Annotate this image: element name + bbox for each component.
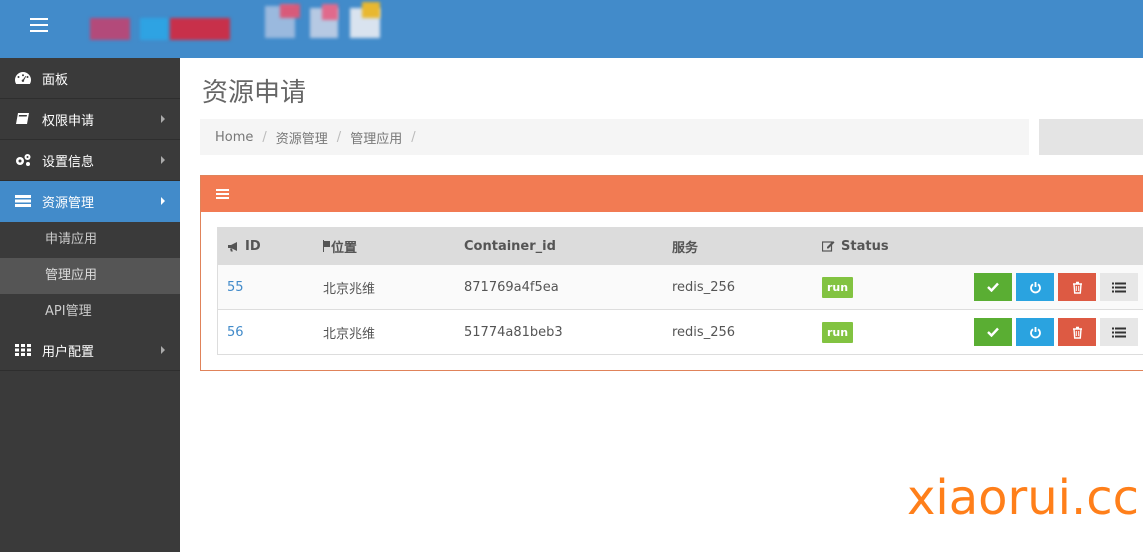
row-location: 北京兆维	[323, 326, 376, 342]
book-icon	[16, 113, 29, 124]
row-service: redis_256	[672, 279, 736, 295]
power-button[interactable]	[1016, 273, 1054, 301]
sidebar-item-permission[interactable]: 权限申请	[0, 99, 180, 140]
breadcrumb-side-box	[1039, 119, 1143, 155]
sidebar-item-label: 权限申请	[42, 113, 95, 129]
table-row: 56 北京兆维 51774a81beb3 redis_256 run	[218, 310, 1143, 355]
chevron-right-icon	[161, 197, 165, 205]
power-button[interactable]	[1016, 318, 1054, 346]
sidebar-item-label: 面板	[42, 72, 69, 88]
header-container-id: Container_id	[464, 238, 556, 254]
sidebar-subitem-apply-app[interactable]: 申请应用	[0, 222, 180, 258]
grid-icon	[15, 344, 31, 356]
sidebar-item-resources[interactable]: 资源管理	[0, 181, 180, 222]
sidebar-item-settings[interactable]: 设置信息	[0, 140, 180, 181]
menu-toggle-icon[interactable]	[30, 18, 48, 32]
header-id: ID	[227, 227, 261, 265]
sidebar-item-user-config[interactable]: 用户配置	[0, 330, 180, 371]
header-location: 位置	[323, 227, 357, 265]
sidebar-item-label: 用户配置	[42, 344, 95, 360]
sidebar-item-label: 设置信息	[42, 154, 95, 170]
list-icon	[1112, 282, 1126, 292]
table-row: 55 北京兆维 871769a4f5ea redis_256 run	[218, 265, 1143, 310]
row-status: run	[822, 310, 854, 354]
top-navbar	[0, 0, 1143, 58]
resource-table: ID 位置 Container_id 服务 Status 55 北京兆维 871…	[217, 227, 1143, 355]
status-badge: run	[822, 321, 854, 343]
trash-icon	[1072, 281, 1082, 294]
chevron-right-icon	[161, 346, 165, 354]
row-service: redis_256	[672, 324, 736, 340]
check-icon	[987, 282, 999, 292]
details-button[interactable]	[1100, 273, 1138, 301]
bullhorn-icon	[228, 241, 237, 251]
sidebar-item-label: 资源管理	[42, 195, 95, 211]
row-actions	[974, 265, 1142, 309]
dashboard-icon	[15, 72, 31, 84]
power-icon	[1029, 281, 1041, 293]
power-icon	[1029, 326, 1041, 338]
watermark: xiaorui.cc	[907, 470, 1140, 526]
details-button[interactable]	[1100, 318, 1138, 346]
check-icon	[987, 327, 999, 337]
row-id-link[interactable]: 55	[227, 265, 244, 309]
bars-icon	[216, 189, 229, 199]
sidebar-item-dashboard[interactable]: 面板	[0, 58, 180, 99]
breadcrumb-resources[interactable]: 资源管理	[276, 128, 328, 147]
table-header: ID 位置 Container_id 服务 Status	[218, 227, 1143, 265]
row-id-link[interactable]: 56	[227, 310, 244, 354]
edit-icon	[822, 241, 835, 252]
flag-icon	[323, 240, 330, 252]
delete-button[interactable]	[1058, 273, 1096, 301]
breadcrumb-manage-app[interactable]: 管理应用	[350, 128, 402, 147]
header-status: Status	[822, 227, 889, 265]
row-actions	[974, 310, 1142, 354]
approve-button[interactable]	[974, 273, 1012, 301]
breadcrumb-separator: /	[262, 129, 267, 145]
sidebar-subitem-manage-app[interactable]: 管理应用	[0, 258, 180, 294]
cogs-icon	[16, 154, 31, 166]
approve-button[interactable]	[974, 318, 1012, 346]
breadcrumb-home[interactable]: Home	[215, 130, 253, 145]
sidebar-subitem-api-manage[interactable]: API管理	[0, 294, 180, 330]
chevron-right-icon	[161, 156, 165, 164]
row-container-id: 871769a4f5ea	[464, 279, 559, 295]
row-location: 北京兆维	[323, 281, 376, 297]
breadcrumb: Home / 资源管理 / 管理应用 /	[200, 119, 1029, 155]
delete-button[interactable]	[1058, 318, 1096, 346]
list-icon	[1112, 327, 1126, 337]
trash-icon	[1072, 326, 1082, 339]
page-title: 资源申请	[202, 78, 307, 108]
header-service: 服务	[672, 240, 699, 256]
panel-header	[201, 176, 1143, 212]
chevron-right-icon	[161, 115, 165, 123]
row-container-id: 51774a81beb3	[464, 324, 563, 340]
resource-panel: ID 位置 Container_id 服务 Status 55 北京兆维 871…	[200, 175, 1143, 371]
breadcrumb-separator: /	[411, 129, 416, 145]
status-badge: run	[822, 276, 854, 298]
row-status: run	[822, 265, 854, 309]
list-icon	[15, 195, 31, 207]
sidebar: 面板 权限申请 设置信息 资源管理 申请应用 管理应用 API管理 用户配置	[0, 58, 180, 552]
breadcrumb-separator: /	[336, 129, 342, 145]
